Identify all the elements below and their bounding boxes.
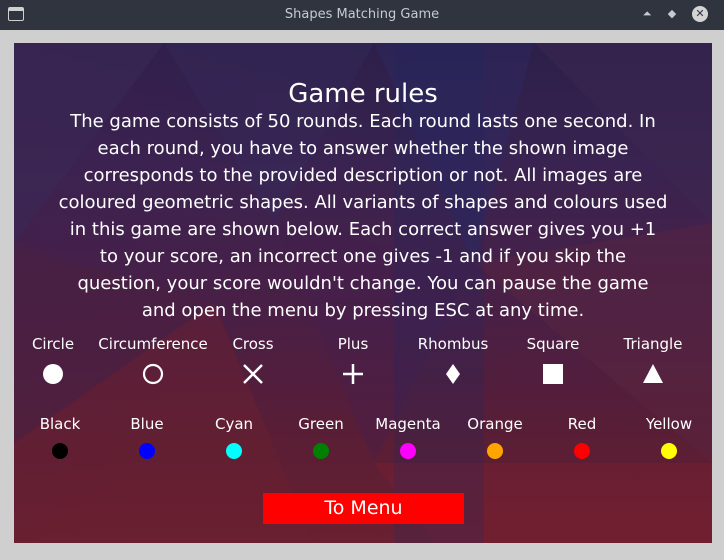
- color-label-magenta: Magenta: [375, 415, 441, 433]
- color-swatch-black: [52, 443, 68, 459]
- game-canvas: Game rules The game consists of 50 round…: [14, 43, 712, 543]
- color-label-blue: Blue: [130, 415, 164, 433]
- window-title: Shapes Matching Game: [284, 7, 440, 22]
- color-label-cyan: Cyan: [214, 415, 254, 433]
- maximize-icon[interactable]: ◆: [663, 5, 681, 23]
- color-swatch-red: [574, 443, 590, 459]
- shape-label-plus: Plus: [337, 335, 369, 353]
- shape-label-square: Square: [526, 335, 580, 353]
- title-bar: Shapes Matching Game ⏶ ◆ ✕: [0, 0, 724, 30]
- shape-label-circle: Circle: [31, 335, 75, 353]
- color-label-green: Green: [298, 415, 344, 433]
- color-swatch-cyan: [226, 443, 242, 459]
- rules-text: The game consists of 50 rounds. Each rou…: [58, 111, 668, 321]
- rhombus-icon: [446, 364, 460, 384]
- rules-heading: Game rules: [288, 79, 438, 109]
- close-icon[interactable]: ✕: [692, 6, 708, 22]
- shape-label-rhombus: Rhombus: [417, 335, 489, 353]
- color-label-red: Red: [567, 415, 597, 433]
- color-label-orange: Orange: [467, 415, 523, 433]
- color-swatch-green: [313, 443, 329, 459]
- shape-label-circumference: Circumference: [98, 335, 208, 353]
- shape-label-triangle: Triangle: [623, 335, 683, 353]
- plus-icon: [343, 364, 363, 384]
- color-swatch-magenta: [400, 443, 416, 459]
- circumference-icon: [142, 363, 164, 385]
- minimize-icon[interactable]: ⏶: [638, 5, 656, 23]
- square-icon: [543, 364, 563, 384]
- color-swatch-orange: [487, 443, 503, 459]
- to-menu-button[interactable]: To Menu: [263, 493, 464, 524]
- color-label-yellow: Yellow: [645, 415, 693, 433]
- cross-icon: [243, 364, 263, 384]
- color-label-black: Black: [39, 415, 81, 433]
- triangle-icon: [643, 364, 663, 383]
- shape-label-cross: Cross: [232, 335, 274, 353]
- color-swatch-blue: [139, 443, 155, 459]
- color-swatch-yellow: [661, 443, 677, 459]
- circle-icon: [43, 364, 63, 384]
